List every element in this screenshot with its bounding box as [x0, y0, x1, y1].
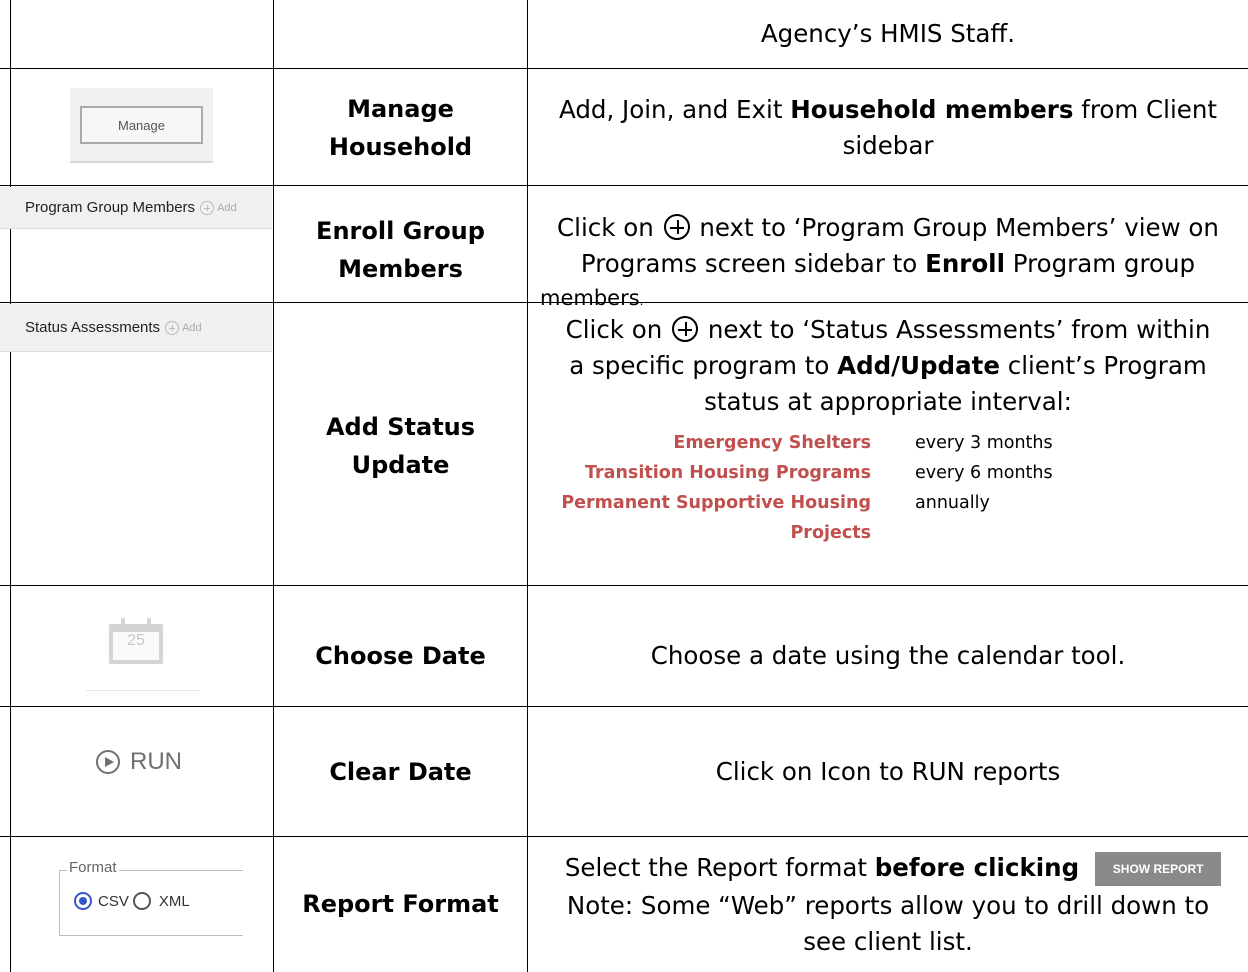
description-add-status-update: Click on next to ‘Status Assessments’ fr… [565, 315, 1211, 416]
description-enroll-overflow: members. [540, 286, 644, 310]
manage-button[interactable]: Manage [80, 106, 203, 144]
description-run-reports: Click on Icon to RUN reports [715, 757, 1061, 786]
program-emergency-shelters: Emergency Shelters [673, 433, 871, 453]
format-options: CSV XML [74, 892, 190, 910]
row-divider [0, 706, 1248, 707]
description-manage-household: Add, Join, and Exit Household members fr… [559, 95, 1217, 160]
action-name-choose-date: Choose Date [315, 642, 486, 670]
description-staff: Agency’s HMIS Staff. [760, 19, 1016, 48]
action-name-clear-date: Clear Date [329, 758, 472, 786]
description-report-format: Select the Report format before clicking… [528, 848, 1248, 960]
description-choose-date: Choose a date using the calendar tool. [650, 641, 1126, 670]
play-circle-icon [96, 750, 120, 774]
program-group-members-sidebar: Program Group Members Add [0, 187, 272, 229]
program-transition-housing: Transition Housing Programs [585, 463, 871, 483]
frequency-emergency-shelters: every 3 months [915, 433, 1053, 453]
row-divider [0, 68, 1248, 69]
action-name-manage-household: Manage Household [328, 95, 473, 161]
action-name-enroll-group-members: Enroll Group Members [316, 217, 485, 283]
action-name-report-format: Report Format [302, 890, 499, 918]
add-circle-icon[interactable] [200, 200, 215, 215]
show-report-button[interactable]: SHOW REPORT [1095, 852, 1222, 886]
program-permanent-supportive-housing-line2: Projects [790, 523, 871, 543]
add-circle-icon[interactable] [165, 320, 180, 335]
action-name-add-status-update: Add Status Update [325, 413, 476, 479]
status-assessments-sidebar: Status Assessments Add [0, 304, 272, 352]
calendar-day: 25 [127, 632, 145, 649]
xml-radio[interactable] [132, 892, 151, 910]
calendar-icon[interactable]: 25 [109, 618, 163, 664]
row-divider [0, 585, 1248, 586]
plus-circle-icon [672, 316, 699, 342]
manage-screenshot: Manage [70, 88, 213, 163]
program-permanent-supportive-housing: Permanent Supportive Housing [561, 493, 871, 513]
description-enroll-group-members: Click on next to ‘Program Group Members’… [557, 213, 1219, 278]
add-link[interactable]: Add [217, 202, 237, 214]
table-border [10, 0, 11, 972]
frequency-transition-housing: every 6 months [915, 463, 1053, 483]
format-legend: Format [67, 859, 119, 876]
row-divider [0, 836, 1248, 837]
csv-radio[interactable] [74, 892, 92, 910]
run-button[interactable]: RUN [96, 748, 182, 776]
row-divider [0, 185, 1248, 186]
divider [86, 690, 199, 691]
frequency-permanent-supportive-housing: annually [915, 493, 990, 513]
plus-circle-icon [663, 214, 690, 240]
add-link[interactable]: Add [182, 322, 202, 334]
